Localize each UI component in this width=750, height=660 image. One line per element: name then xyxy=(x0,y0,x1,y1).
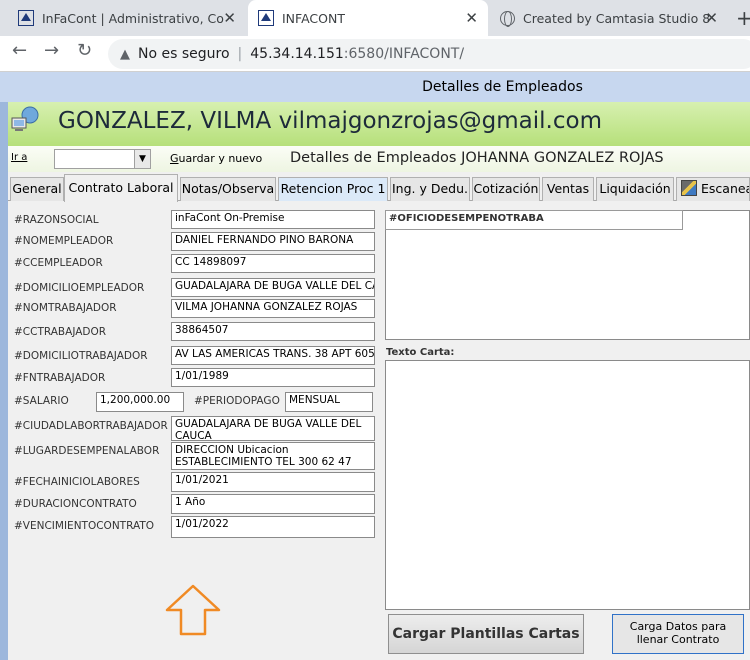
form-toolbar: Ir a ▼ Guardar y nuevo Detalles de Emple… xyxy=(8,146,750,172)
details-title: Detalles de Empleados JOHANNA GONZALEZ R… xyxy=(290,150,664,166)
browser-tab-infacont[interactable]: INFACONT ✕ xyxy=(248,0,488,36)
periodopago-label: #PERIODOPAGO xyxy=(194,395,280,407)
tab-title: Created by Camtasia Studio 8 xyxy=(523,10,711,26)
go-to-label: Ir a xyxy=(11,152,28,163)
domicilioempleador-label: #DOMICILIOEMPLEADOR xyxy=(14,282,145,294)
vencimientocontrato-label: #VENCIMIENTOCONTRATO xyxy=(14,520,155,532)
salario-label: #SALARIO xyxy=(14,395,69,407)
tab-cotizacion[interactable]: Cotización xyxy=(472,177,540,201)
cctrabajador-label: #CCTRABAJADOR xyxy=(14,326,107,338)
texto-carta-label: Texto Carta: xyxy=(386,347,455,358)
duracioncontrato-label: #DURACIONCONTRATO xyxy=(14,498,137,510)
new-tab-icon[interactable]: + xyxy=(736,6,750,30)
tab-notas-observa[interactable]: Notas/Observa xyxy=(180,177,276,201)
forward-arrow-icon[interactable]: → xyxy=(44,40,59,61)
tab-contrato-laboral[interactable]: Contrato Laboral xyxy=(64,174,178,202)
lugardesempenalabor-field[interactable]: DIRECCION Ubicacion ESTABLECIMIENTO TEL … xyxy=(171,442,375,470)
cctrabajador-field[interactable]: 38864507 xyxy=(171,322,375,341)
not-secure-label: No es seguro xyxy=(138,46,230,62)
window-title-bar: Detalles de Empleados xyxy=(0,72,750,102)
razonsocial-field[interactable]: inFaCont On-Premise xyxy=(171,210,375,229)
address-divider: | xyxy=(237,46,243,62)
globe-icon xyxy=(500,10,515,27)
save-and-new-button[interactable]: Guardar y nuevo xyxy=(170,152,262,165)
fntrabajador-label: #FNTRABAJADOR xyxy=(14,372,106,384)
scanner-icon xyxy=(681,180,697,196)
employee-name-email: GONZALEZ, VILMA vilmajgonzrojas@gmail.co… xyxy=(58,108,602,134)
address-bar[interactable]: ▲ No es seguro | 45.34.14.151:6580/INFAC… xyxy=(108,39,750,69)
fechainiciolabores-label: #FECHAINICIOLABORES xyxy=(14,476,140,488)
go-to-select[interactable]: ▼ xyxy=(54,149,151,169)
tab-title: InFaCont | Administrativo, Contab xyxy=(42,10,224,26)
browser-tab-infacont-admin[interactable]: InFaCont | Administrativo, Contab ✕ xyxy=(8,0,246,36)
carga-datos-contrato-button[interactable]: Carga Datos para llenar Contrato xyxy=(612,614,744,654)
chevron-down-icon[interactable]: ▼ xyxy=(134,150,150,168)
ciudadlabortrabajador-field[interactable]: GUADALAJARA DE BUGA VALLE DEL CAUCA xyxy=(171,416,375,441)
salario-field[interactable]: 1,200,000.00 xyxy=(96,392,184,412)
close-icon[interactable]: ✕ xyxy=(465,9,478,27)
tab-escanea-label: Escanea xyxy=(701,181,750,196)
domicilioempleador-field[interactable]: GUADALAJARA DE BUGA VALLE DEL CAUCA xyxy=(171,278,375,297)
oficio-header: #OFICIODESEMPENOTRABA xyxy=(385,210,683,230)
ccempleador-field[interactable]: CC 14898097 xyxy=(171,254,375,273)
url-host: 45.34.14.151 xyxy=(250,46,344,62)
browser-tab-strip: InFaCont | Administrativo, Contab ✕ INFA… xyxy=(0,0,750,36)
fntrabajador-field[interactable]: 1/01/1989 xyxy=(171,368,375,387)
close-icon[interactable]: ✕ xyxy=(223,9,236,27)
back-arrow-icon[interactable]: ← xyxy=(12,40,27,61)
save-and-new-label: uardar y nuevo xyxy=(178,152,263,165)
browser-toolbar: ← → ↻ ▲ No es seguro | 45.34.14.151:6580… xyxy=(0,36,750,72)
computer-network-icon xyxy=(11,106,39,131)
tab-general[interactable]: General xyxy=(10,177,64,201)
employee-detail-form: GONZALEZ, VILMA vilmajgonzrojas@gmail.co… xyxy=(8,102,750,660)
fechainiciolabores-field[interactable]: 1/01/2021 xyxy=(171,472,375,492)
tab-liquidacion[interactable]: Liquidación xyxy=(596,177,674,201)
reload-icon[interactable]: ↻ xyxy=(77,40,92,61)
app-window: Detalles de Empleados GONZALEZ, VILMA vi… xyxy=(0,72,750,660)
tab-ing-y-dedu[interactable]: Ing. y Dedu. xyxy=(390,177,470,201)
ccempleador-label: #CCEMPLEADOR xyxy=(14,257,103,269)
employee-header: GONZALEZ, VILMA vilmajgonzrojas@gmail.co… xyxy=(8,102,750,146)
warning-triangle-icon: ▲ xyxy=(120,46,130,62)
up-arrow-annotation-icon xyxy=(165,584,221,636)
domiciliotrabajador-field[interactable]: AV LAS AMERICAS TRANS. 38 APT 605 xyxy=(171,346,375,365)
browser-tab-camtasia[interactable]: Created by Camtasia Studio 8 ✕ xyxy=(490,0,728,36)
nomtrabajador-label: #NOMTRABAJADOR xyxy=(14,302,117,314)
nomtrabajador-field[interactable]: VILMA JOHANNA GONZALEZ ROJAS xyxy=(171,299,375,318)
form-tabs: General Contrato Laboral Notas/Observa R… xyxy=(8,174,750,202)
url-path: :6580/INFACONT/ xyxy=(343,46,465,62)
oficio-label: #OFICIODESEMPENOTRABA xyxy=(389,213,544,224)
tab-ventas[interactable]: Ventas xyxy=(542,177,594,201)
texto-carta-textarea[interactable] xyxy=(385,360,750,610)
cargar-plantillas-button[interactable]: Cargar Plantillas Cartas xyxy=(388,614,584,654)
nomempleador-label: #NOMEMPLEADOR xyxy=(14,235,114,247)
infacont-logo-icon xyxy=(258,10,274,26)
tab-escanea[interactable]: Escanea xyxy=(676,177,750,201)
window-title: Detalles de Empleados xyxy=(422,79,583,95)
close-icon[interactable]: ✕ xyxy=(705,9,718,27)
vencimientocontrato-field[interactable]: 1/01/2022 xyxy=(171,516,375,538)
razonsocial-label: #RAZONSOCIAL xyxy=(14,214,99,226)
periodopago-field[interactable]: MENSUAL xyxy=(285,392,373,412)
duracioncontrato-field[interactable]: 1 Año xyxy=(171,494,375,514)
infacont-logo-icon xyxy=(18,10,34,26)
domiciliotrabajador-label: #DOMICILIOTRABAJADOR xyxy=(14,350,148,362)
ciudadlabortrabajador-label: #CIUDADLABORTRABAJADOR xyxy=(14,420,168,432)
save-and-new-accesskey: G xyxy=(170,152,179,165)
tab-title: INFACONT xyxy=(282,10,345,26)
nomempleador-field[interactable]: DANIEL FERNANDO PINO BARONA xyxy=(171,232,375,251)
tab-retencion-proc-1[interactable]: Retencion Proc 1 xyxy=(278,177,388,201)
lugardesempenalabor-label: #LUGARDESEMPENALABOR xyxy=(14,445,160,457)
